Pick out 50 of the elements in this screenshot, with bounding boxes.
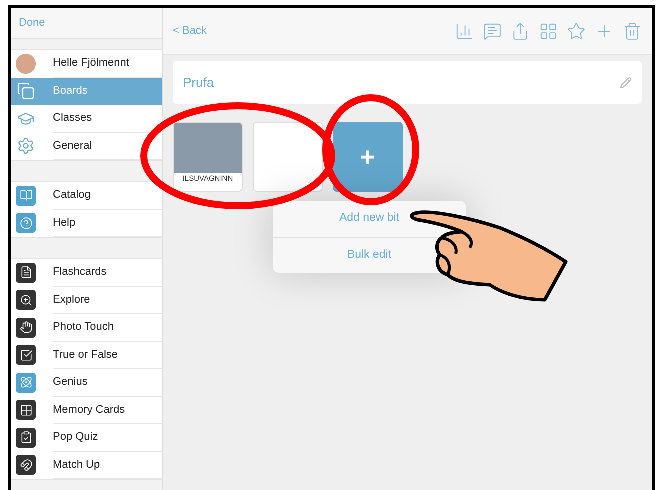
gear-icon (16, 136, 36, 156)
board-title: Prufa (183, 74, 216, 92)
book-icon (16, 186, 36, 206)
page-icon (16, 262, 36, 283)
magnet-icon (16, 455, 36, 476)
sidebar-label: Genius (53, 375, 88, 390)
clipboard-icon (16, 428, 36, 448)
sidebar-label: Boards (53, 84, 88, 99)
checkbox-icon (16, 345, 36, 366)
pencil-icon[interactable] (620, 76, 632, 88)
sidebar-item[interactable]: Genius (11, 369, 162, 396)
trash-icon[interactable] (623, 22, 642, 40)
hand-icon (16, 318, 36, 338)
sidebar-item[interactable]: Memory Cards (11, 396, 162, 424)
sidebar-item[interactable]: Catalog (11, 182, 162, 210)
sidebar-item[interactable]: Helle Fjölmennt (11, 50, 162, 78)
sidebar-label: Match Up (53, 458, 100, 472)
sidebar-label: Flashcards (53, 265, 107, 280)
sidebar-item[interactable]: Pop Quiz (11, 424, 162, 452)
sidebar-label: General (53, 138, 92, 154)
avatar-icon (16, 54, 36, 74)
star-icon[interactable] (567, 22, 586, 40)
sidebar-item[interactable]: Help (11, 210, 162, 237)
sidebar-label: Help (53, 216, 76, 230)
sidebar-item[interactable]: Flashcards (11, 259, 162, 286)
bar-chart-icon[interactable] (455, 22, 474, 40)
sidebar-label: Helle Fjölmennt (53, 56, 130, 71)
speech-bubble-icon[interactable] (483, 22, 502, 40)
grid-icon (16, 400, 36, 420)
sidebar-item[interactable]: Match Up (11, 452, 162, 479)
sidebar-item[interactable]: Explore (11, 286, 162, 314)
sidebar-label: True or False (53, 348, 118, 362)
sidebar-item[interactable]: Photo Touch (11, 314, 162, 342)
sidebar-label: Memory Cards (53, 402, 126, 418)
sidebar-label: Explore (53, 292, 90, 308)
bit-card[interactable] (253, 122, 323, 192)
sidebar-item[interactable]: True or False (11, 342, 162, 369)
sidebar-label: Classes (53, 111, 92, 126)
sidebar-label: Photo Touch (53, 320, 114, 335)
sidebar-item[interactable]: General (11, 132, 162, 160)
help-icon (16, 213, 36, 234)
photo-placeholder (174, 123, 242, 173)
magnifier-icon (16, 290, 36, 310)
share-icon[interactable] (511, 22, 530, 40)
atom-icon (16, 372, 36, 393)
cards-icon (16, 81, 36, 102)
sidebar-label: Catalog (53, 188, 91, 203)
grid-icon[interactable] (539, 22, 558, 40)
sidebar-item[interactable]: Classes (11, 105, 162, 132)
sidebar-label: Pop Quiz (53, 430, 98, 445)
